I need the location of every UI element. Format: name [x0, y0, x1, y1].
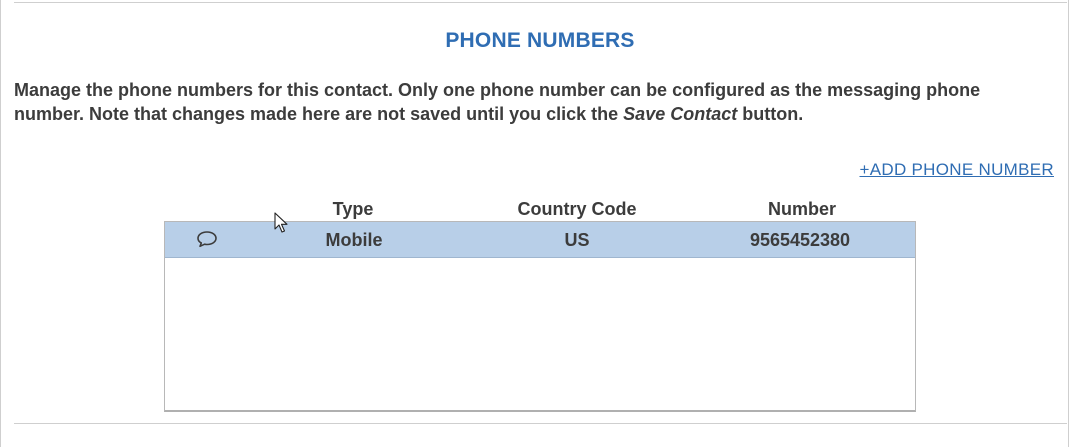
phone-numbers-table: Mobile US 9565452380	[164, 221, 916, 412]
column-header-country-code: Country Code	[517, 199, 637, 219]
description-text-1: Manage the phone numbers for this contac…	[14, 80, 981, 124]
description-text-2: button.	[737, 104, 804, 124]
section-description: Manage the phone numbers for this contac…	[14, 78, 1054, 126]
row-type: Mobile	[325, 230, 383, 250]
row-country-code: US	[564, 230, 590, 250]
add-phone-number-link[interactable]: +ADD PHONE NUMBER	[860, 160, 1055, 180]
row-number: 9565452380	[749, 230, 851, 250]
message-bubble-icon[interactable]	[196, 230, 218, 248]
bottom-divider	[14, 423, 1067, 424]
column-header-type: Type	[332, 199, 374, 219]
description-emphasis: Save Contact	[623, 104, 738, 124]
top-divider	[14, 2, 1067, 3]
mouse-cursor-icon	[274, 212, 288, 233]
column-header-number: Number	[767, 199, 837, 219]
section-title: PHONE NUMBERS	[445, 29, 635, 52]
